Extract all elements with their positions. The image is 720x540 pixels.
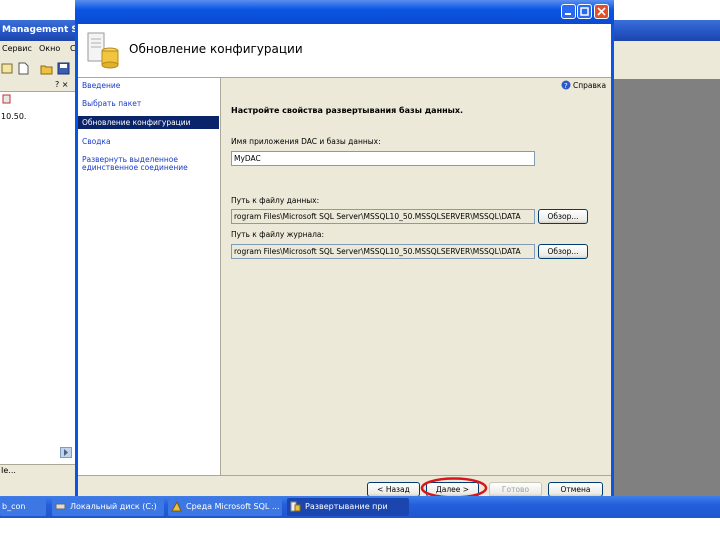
section-title: Настройте свойства развертывания базы да… bbox=[231, 106, 464, 115]
minimize-button[interactable] bbox=[561, 4, 576, 19]
nav-item-summary[interactable]: Сводка bbox=[82, 138, 111, 146]
wizard-titlebar[interactable] bbox=[75, 0, 614, 24]
nav-item-update-configuration[interactable]: Обновление конфигурации bbox=[82, 119, 191, 127]
drive-icon bbox=[55, 501, 66, 512]
new-query-icon[interactable] bbox=[1, 62, 14, 75]
database-config-icon bbox=[86, 31, 120, 71]
server-node-icon[interactable] bbox=[2, 94, 12, 106]
dac-name-label: Имя приложения DAC и базы данных: bbox=[231, 137, 381, 146]
close-icon bbox=[597, 7, 606, 16]
taskbar-item-local-disk[interactable]: Локальный диск (C:) bbox=[52, 498, 164, 516]
close-button[interactable] bbox=[594, 4, 609, 19]
menu-window[interactable]: Окно bbox=[39, 44, 60, 53]
taskbar-item-label: Локальный диск (C:) bbox=[70, 502, 157, 511]
data-file-path-input[interactable]: rogram Files\Microsoft SQL Server\MSSQL1… bbox=[231, 209, 535, 224]
properties-label: Ie... bbox=[1, 466, 16, 475]
object-explorer-panel bbox=[0, 79, 76, 496]
menu-tools[interactable]: Сервис bbox=[2, 44, 32, 53]
data-file-path-label: Путь к файлу данных: bbox=[231, 196, 320, 205]
minimize-icon bbox=[565, 13, 571, 15]
help-icon[interactable]: ? bbox=[561, 80, 571, 92]
nav-item-introduction[interactable]: Введение bbox=[82, 82, 120, 90]
document-workspace bbox=[614, 79, 720, 496]
svg-text:?: ? bbox=[564, 82, 568, 90]
panel-controls[interactable]: ? × bbox=[55, 80, 69, 89]
maximize-icon bbox=[580, 7, 589, 16]
browse-log-button[interactable]: Обзор... bbox=[538, 244, 588, 259]
help-link[interactable]: Справка bbox=[573, 81, 606, 90]
new-file-icon[interactable] bbox=[17, 62, 30, 75]
log-file-path-label: Путь к файлу журнала: bbox=[231, 230, 325, 239]
dac-name-input[interactable]: MyDAC bbox=[231, 151, 535, 166]
save-icon[interactable] bbox=[57, 62, 70, 75]
wizard-page-title: Обновление конфигурации bbox=[129, 42, 303, 56]
taskbar-item-ssms[interactable]: Среда Microsoft SQL ... bbox=[168, 498, 282, 516]
footer-divider bbox=[78, 475, 611, 476]
back-button[interactable]: < Назад bbox=[367, 482, 420, 497]
maximize-button[interactable] bbox=[577, 4, 592, 19]
wizard-icon bbox=[290, 501, 301, 512]
server-node-label[interactable]: 10.50. bbox=[1, 112, 26, 121]
log-file-path-input[interactable]: rogram Files\Microsoft SQL Server\MSSQL1… bbox=[231, 244, 535, 259]
taskbar-item-label: Среда Microsoft SQL ... bbox=[186, 502, 280, 511]
ssms-icon bbox=[171, 500, 182, 512]
cancel-button[interactable]: Отмена bbox=[548, 482, 603, 497]
scroll-right-button[interactable] bbox=[60, 447, 72, 458]
nav-item-deploy[interactable]: Развернуть выделенное единственное соеди… bbox=[82, 156, 212, 172]
taskbar-item-0[interactable]: b_con bbox=[0, 498, 46, 516]
nav-item-select-package[interactable]: Выбрать пакет bbox=[82, 100, 141, 108]
taskbar-item-label: Развертывание при bbox=[305, 502, 388, 511]
browse-data-button[interactable]: Обзор... bbox=[538, 209, 588, 224]
taskbar-item-deploy-active[interactable]: Развертывание при bbox=[287, 498, 409, 516]
open-folder-icon[interactable] bbox=[40, 62, 53, 75]
finish-button[interactable]: Готово bbox=[489, 482, 542, 497]
